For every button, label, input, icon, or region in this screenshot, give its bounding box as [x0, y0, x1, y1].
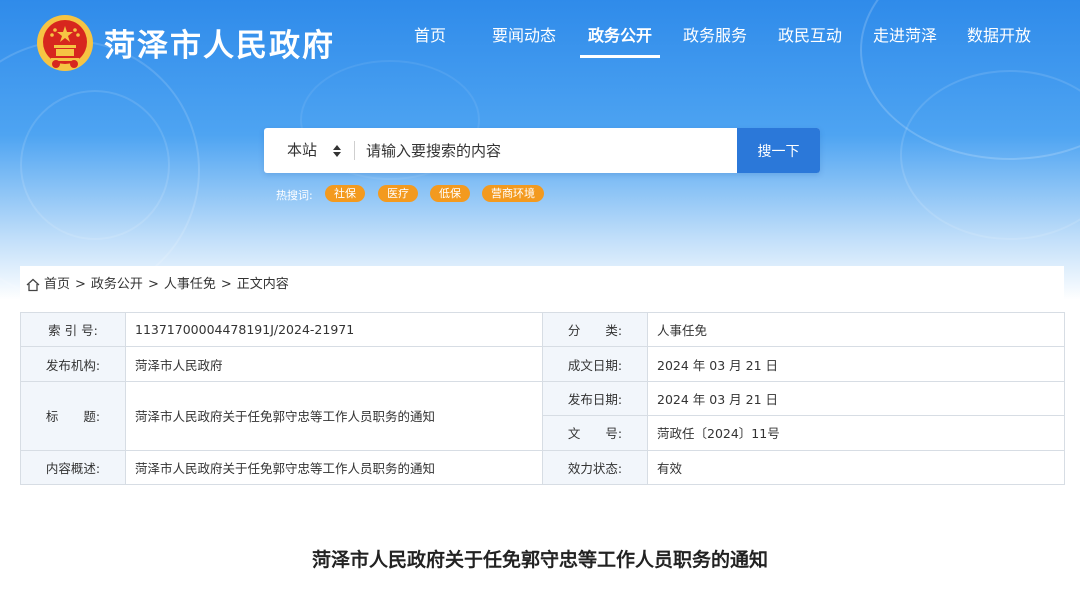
breadcrumb-personnel[interactable]: 人事任免 [164, 277, 216, 292]
publisher-label: 发布机构: [20, 346, 126, 382]
hot-tag-subsistence[interactable]: 低保 [430, 185, 470, 202]
published-date-label: 发布日期: [542, 380, 648, 417]
nav-item-open-data[interactable]: 数据开放 [967, 24, 1031, 48]
summary-label: 内容概述: [20, 449, 126, 485]
main-nav: 首页 要闻动态 政务公开 政务服务 政民互动 走进菏泽 数据开放 [0, 24, 1080, 60]
breadcrumb-home[interactable]: 首页 [44, 277, 70, 292]
nav-item-news[interactable]: 要闻动态 [492, 24, 556, 48]
index-no-label: 索 引 号: [20, 311, 126, 348]
nav-item-home[interactable]: 首页 [414, 24, 446, 48]
created-date-value: 2024 年 03 月 21 日 [647, 346, 1065, 382]
nav-item-gov-affairs[interactable]: 政务公开 [579, 24, 661, 58]
search-button[interactable]: 搜一下 [737, 128, 820, 173]
search-scope-select[interactable]: 本站 [264, 128, 354, 173]
status-value: 有效 [647, 449, 1065, 485]
title-value: 菏泽市人民政府关于任免郭守忠等工作人员职务的通知 [125, 380, 543, 451]
breadcrumb-gov-affairs[interactable]: 政务公开 [91, 277, 143, 292]
title-label: 标 题: [20, 380, 126, 451]
category-value: 人事任免 [647, 311, 1065, 348]
hot-tag-medical[interactable]: 医疗 [378, 185, 418, 202]
home-icon[interactable] [26, 278, 40, 292]
sort-arrows-icon [333, 145, 341, 157]
document-meta-table: 索 引 号: 11371700004478191J/2024-21971 分 类… [20, 311, 1065, 485]
nav-item-interaction[interactable]: 政民互动 [778, 24, 842, 48]
table-row: 发布机构: 菏泽市人民政府 成文日期: 2024 年 03 月 21 日 [20, 346, 1065, 382]
breadcrumb: 首页 > 政务公开 > 人事任免 > 正文内容 [20, 266, 1064, 303]
doc-no-value: 菏政任〔2024〕11号 [647, 415, 1065, 451]
hot-tag-social-security[interactable]: 社保 [325, 185, 365, 202]
status-label: 效力状态: [542, 449, 648, 485]
nav-item-about-heze[interactable]: 走进菏泽 [873, 24, 937, 48]
table-row: 索 引 号: 11371700004478191J/2024-21971 分 类… [20, 311, 1065, 348]
hot-search-label: 热搜词: [276, 189, 313, 202]
summary-value: 菏泽市人民政府关于任免郭守忠等工作人员职务的通知 [125, 449, 543, 485]
category-label: 分 类: [542, 311, 648, 348]
published-date-value: 2024 年 03 月 21 日 [647, 380, 1065, 417]
document-title: 菏泽市人民政府关于任免郭守忠等工作人员职务的通知 [311, 549, 768, 571]
nav-item-gov-services[interactable]: 政务服务 [683, 24, 747, 48]
index-no-value: 11371700004478191J/2024-21971 [125, 311, 543, 348]
created-date-label: 成文日期: [542, 346, 648, 382]
table-row: 内容概述: 菏泽市人民政府关于任免郭守忠等工作人员职务的通知 效力状态: 有效 [20, 449, 1065, 485]
breadcrumb-separator: > [147, 277, 159, 292]
breadcrumb-separator: > [220, 277, 232, 292]
decorative-flower [20, 90, 170, 240]
publisher-value: 菏泽市人民政府 [125, 346, 543, 382]
table-row: 标 题: 菏泽市人民政府关于任免郭守忠等工作人员职务的通知 发布日期: 2024… [20, 380, 1065, 451]
breadcrumb-separator: > [75, 277, 86, 292]
breadcrumb-current: 正文内容 [236, 277, 289, 292]
search-box: 本站 搜一下 [264, 128, 820, 173]
doc-no-label: 文 号: [542, 415, 648, 451]
search-input[interactable] [355, 128, 737, 173]
hot-tag-business-environment[interactable]: 营商环境 [482, 185, 544, 202]
search-scope-label: 本站 [287, 141, 318, 159]
